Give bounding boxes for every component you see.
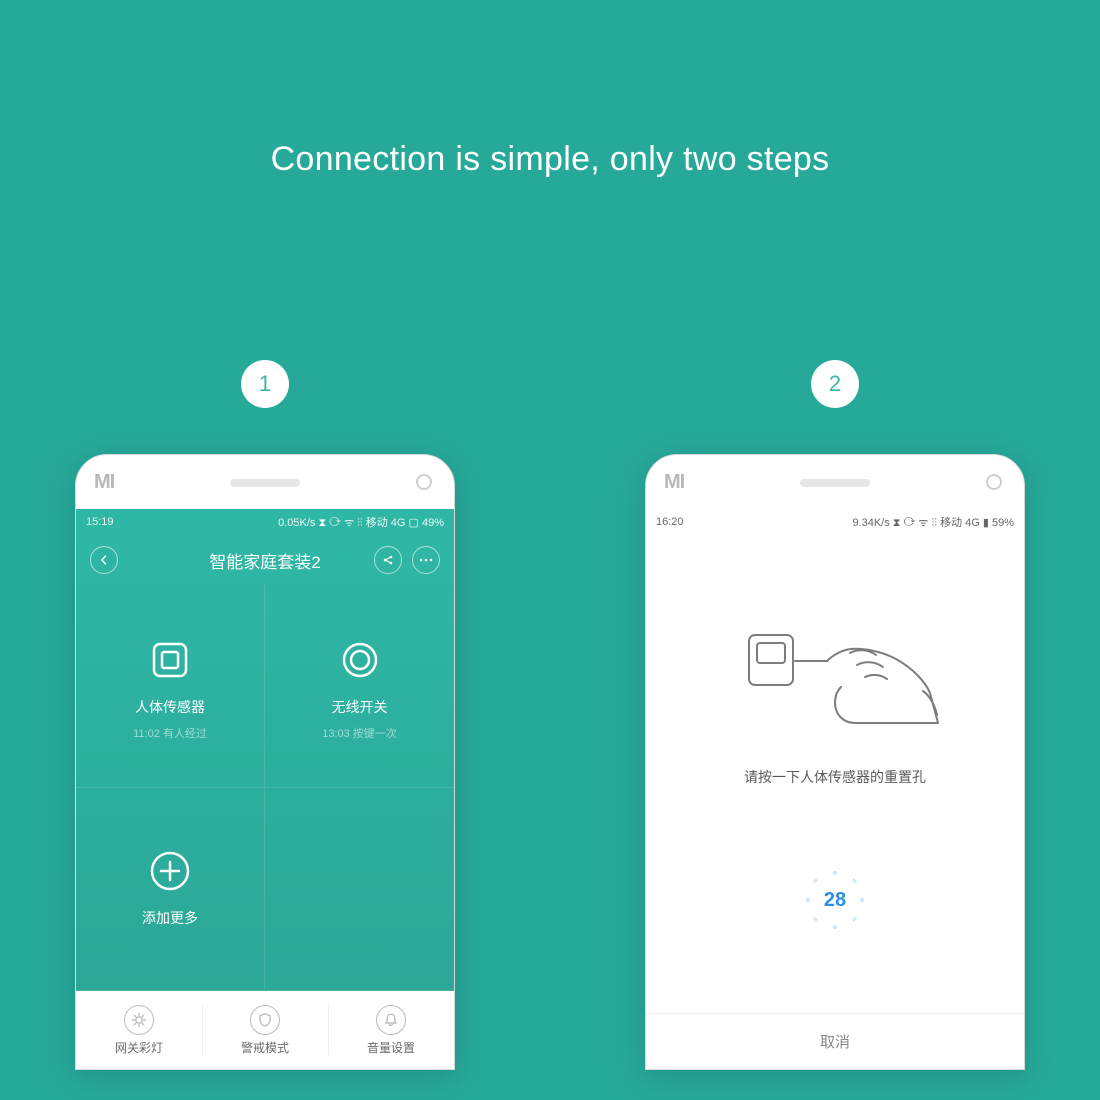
steps-row: 1 MI 15:19 0.05K/s ⧗ ⟳ ᯤ ⫶⫶ 移动 4G ▢ 49% … [0, 360, 1100, 1070]
tab-label: 网关彩灯 [115, 1039, 163, 1056]
wireless-switch-icon [331, 631, 389, 689]
pairing-hint: 请按一下人体传感器的重置孔 [646, 767, 1024, 787]
device-label: 添加更多 [142, 908, 198, 928]
phone-2: MI 16:20 9.34K/s ⧗ ⟳ ᯤ ⫶⫶ 移动 4G ▮ 59% [645, 454, 1025, 1070]
chevron-left-icon [99, 555, 109, 565]
device-wireless-switch[interactable]: 无线开关 13:03 按键一次 [265, 585, 454, 788]
cancel-button[interactable]: 取消 [646, 1013, 1024, 1069]
motion-sensor-icon [141, 631, 199, 689]
more-button[interactable] [412, 546, 440, 574]
bottom-bar: 网关彩灯 警戒模式 音量设置 [76, 991, 454, 1069]
phone-1: MI 15:19 0.05K/s ⧗ ⟳ ᯤ ⫶⫶ 移动 4G ▢ 49% 智能… [75, 454, 455, 1070]
page-title: Connection is simple, only two steps [0, 140, 1100, 179]
status-time: 15:19 [86, 516, 114, 528]
step-2: 2 MI 16:20 9.34K/s ⧗ ⟳ ᯤ ⫶⫶ 移动 4G ▮ 59% [645, 360, 1025, 1070]
status-right: 9.34K/s ⧗ ⟳ ᯤ ⫶⫶ 移动 4G ▮ 59% [852, 514, 1014, 530]
device-label: 无线开关 [332, 697, 388, 717]
step-2-badge: 2 [811, 360, 859, 408]
share-icon [382, 554, 394, 566]
bell-icon [376, 1005, 406, 1035]
step-1: 1 MI 15:19 0.05K/s ⧗ ⟳ ᯤ ⫶⫶ 移动 4G ▢ 49% … [75, 360, 455, 1070]
tab-alarm[interactable]: 警戒模式 [202, 991, 328, 1069]
countdown-timer: 28 [806, 871, 864, 929]
tab-label: 警戒模式 [241, 1039, 289, 1056]
step-1-badge: 1 [241, 360, 289, 408]
phone-bezel: MI [646, 455, 1024, 509]
device-sub: 13:03 按键一次 [322, 725, 397, 741]
empty-cell [265, 788, 454, 991]
app-header: 智能家庭套装2 [76, 535, 454, 585]
countdown-dots-icon [806, 871, 864, 929]
more-icon [419, 558, 433, 562]
status-right: 0.05K/s ⧗ ⟳ ᯤ ⫶⫶ 移动 4G ▢ 49% [278, 514, 444, 530]
status-time: 16:20 [656, 516, 684, 528]
tab-label: 音量设置 [367, 1039, 415, 1056]
status-bar: 16:20 9.34K/s ⧗ ⟳ ᯤ ⫶⫶ 移动 4G ▮ 59% [646, 509, 1024, 535]
app-title: 智能家庭套装2 [209, 548, 320, 573]
tab-volume[interactable]: 音量设置 [328, 991, 454, 1069]
add-icon [141, 842, 199, 900]
reset-illustration [646, 535, 1024, 745]
phone-bezel: MI [76, 455, 454, 509]
light-icon [124, 1005, 154, 1035]
tab-light[interactable]: 网关彩灯 [76, 991, 202, 1069]
device-motion-sensor[interactable]: 人体传感器 11:02 有人经过 [76, 585, 265, 788]
device-sub: 11:02 有人经过 [133, 725, 207, 741]
back-button[interactable] [90, 546, 118, 574]
countdown-wrap: 28 [646, 787, 1024, 1013]
shield-icon [250, 1005, 280, 1035]
mi-logo: MI [664, 471, 684, 494]
device-grid: 人体传感器 11:02 有人经过 无线开关 13:03 按键一次 [76, 585, 454, 991]
app-home-screen: 15:19 0.05K/s ⧗ ⟳ ᯤ ⫶⫶ 移动 4G ▢ 49% 智能家庭套… [76, 509, 454, 1069]
add-device[interactable]: 添加更多 [76, 788, 265, 991]
mi-logo: MI [94, 471, 114, 494]
share-button[interactable] [374, 546, 402, 574]
status-bar: 15:19 0.05K/s ⧗ ⟳ ᯤ ⫶⫶ 移动 4G ▢ 49% [76, 509, 454, 535]
device-label: 人体传感器 [135, 697, 205, 717]
pairing-screen: 16:20 9.34K/s ⧗ ⟳ ᯤ ⫶⫶ 移动 4G ▮ 59% [646, 509, 1024, 1069]
